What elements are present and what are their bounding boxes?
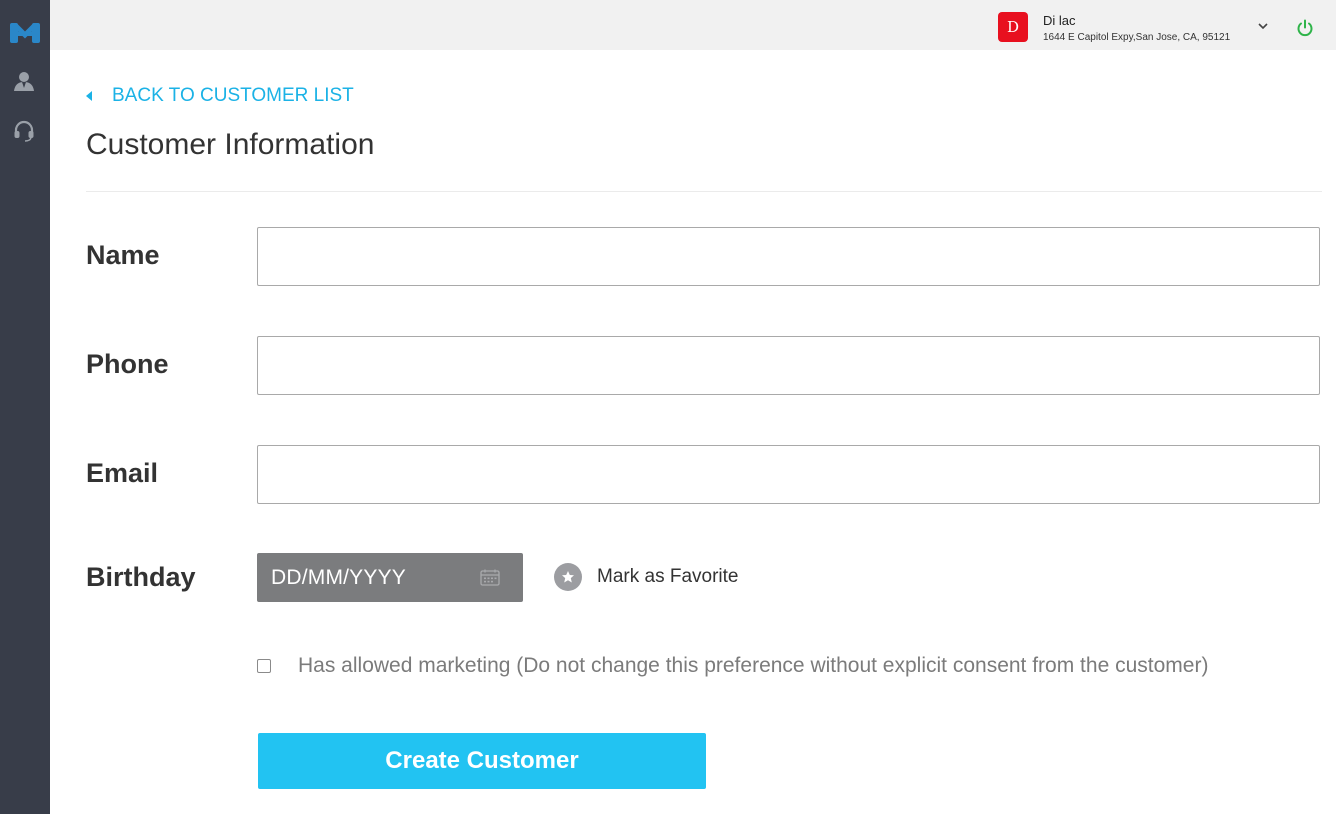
sidebar bbox=[0, 0, 50, 814]
app-logo-icon[interactable] bbox=[9, 20, 41, 46]
email-label: Email bbox=[86, 458, 159, 488]
birthday-placeholder: DD/MM/YYYY bbox=[271, 565, 407, 589]
favorite-label: Mark as Favorite bbox=[597, 566, 739, 587]
divider bbox=[86, 191, 1322, 192]
marketing-checkbox[interactable] bbox=[257, 659, 271, 673]
page-title: Customer Information bbox=[86, 128, 375, 161]
store-name: Di lac bbox=[1043, 13, 1076, 28]
create-customer-button[interactable]: Create Customer bbox=[258, 733, 706, 789]
store-avatar[interactable]: D bbox=[998, 12, 1028, 42]
store-address: 1644 E Capitol Expy,San Jose, CA, 95121 bbox=[1043, 32, 1231, 43]
birthday-label: Birthday bbox=[86, 562, 196, 592]
app-window: D Di lac 1644 E Capitol Expy,San Jose, C… bbox=[0, 0, 1336, 814]
caret-left-icon bbox=[86, 91, 92, 101]
power-icon[interactable] bbox=[1296, 19, 1314, 37]
phone-input[interactable] bbox=[257, 336, 1320, 395]
name-label: Name bbox=[86, 240, 160, 270]
back-to-customer-list-link[interactable]: BACK TO CUSTOMER LIST bbox=[86, 85, 354, 107]
headset-icon[interactable] bbox=[12, 119, 36, 143]
star-icon bbox=[554, 563, 582, 591]
birthday-date-picker[interactable]: DD/MM/YYYY bbox=[257, 553, 523, 602]
top-bar: D Di lac 1644 E Capitol Expy,San Jose, C… bbox=[50, 0, 1336, 50]
back-link-label: BACK TO CUSTOMER LIST bbox=[112, 85, 354, 106]
customer-icon[interactable] bbox=[12, 70, 36, 94]
chevron-down-icon[interactable] bbox=[1256, 19, 1270, 33]
mark-as-favorite-toggle[interactable]: Mark as Favorite bbox=[554, 563, 738, 591]
name-input[interactable] bbox=[257, 227, 1320, 286]
calendar-icon bbox=[480, 569, 500, 586]
email-input[interactable] bbox=[257, 445, 1320, 504]
marketing-label: Has allowed marketing (Do not change thi… bbox=[298, 654, 1209, 677]
phone-label: Phone bbox=[86, 349, 169, 379]
marketing-consent: Has allowed marketing (Do not change thi… bbox=[257, 654, 1208, 678]
